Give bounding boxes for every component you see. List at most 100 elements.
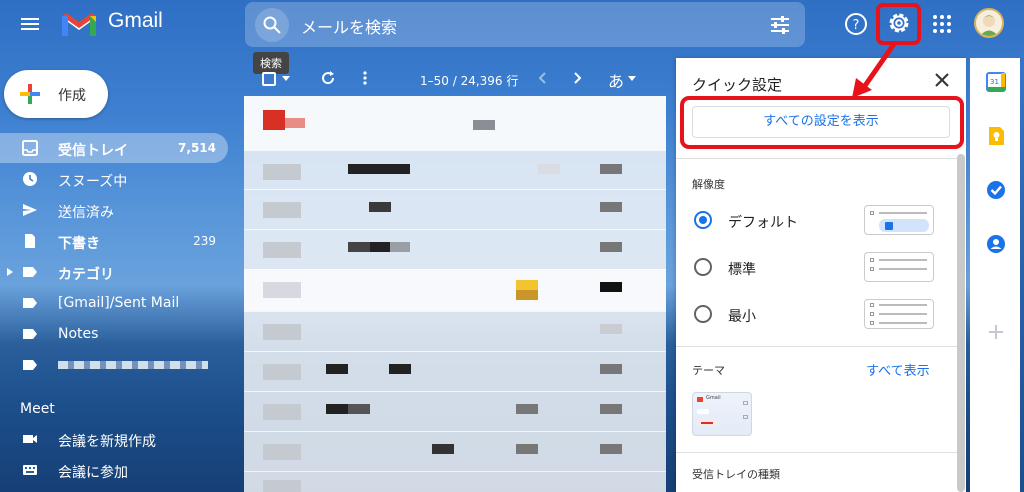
apps-grid-icon[interactable]	[932, 14, 952, 34]
send-icon	[23, 204, 37, 216]
mail-row[interactable]	[244, 269, 666, 311]
mail-row[interactable]	[244, 189, 666, 229]
calendar-icon[interactable]: 31	[986, 72, 1006, 92]
mail-row[interactable]	[244, 471, 666, 492]
clock-icon	[23, 172, 37, 186]
density-option-label[interactable]: 標準	[728, 259, 756, 279]
mail-list	[244, 96, 666, 492]
search-button[interactable]	[255, 8, 289, 42]
label-icon	[23, 298, 37, 308]
select-all-checkbox[interactable]	[262, 72, 276, 86]
input-tools-button[interactable]: あ	[608, 68, 624, 92]
svg-text:31: 31	[990, 78, 999, 86]
search-icon	[263, 16, 281, 34]
sidebar-item-label: スヌーズ中	[58, 174, 128, 190]
density-compact-preview[interactable]	[864, 299, 934, 329]
mail-row[interactable]	[244, 151, 666, 189]
density-comfortable-preview[interactable]	[864, 252, 934, 282]
meet-item-label: 会議を新規作成	[58, 434, 156, 450]
background-strip	[1020, 58, 1024, 492]
unread-count: 7,514	[178, 141, 216, 155]
main-menu-icon[interactable]	[14, 10, 46, 38]
gmail-logo-icon	[62, 13, 96, 36]
mail-list-toolbar: 1–50 / 24,396 行 あ	[256, 66, 674, 92]
search-input[interactable]: メールを検索	[301, 14, 397, 38]
label-icon	[23, 329, 37, 339]
settings-highlight-box	[876, 3, 921, 45]
density-default-radio[interactable]	[694, 211, 712, 229]
quick-settings-scrollbar[interactable]	[957, 154, 965, 492]
annotation-arrow-icon	[852, 41, 897, 98]
meet-new-meeting[interactable]: 会議を新規作成	[0, 424, 228, 454]
divider	[676, 158, 958, 159]
quick-settings-panel: クイック設定 すべての設定を表示 解像度 デフォルト 標準 最小 テーマ すべて…	[676, 58, 966, 492]
sidebar-item-label: Notes	[58, 326, 99, 342]
meet-section-title: Meet	[20, 401, 55, 417]
side-panel-rail: 31	[970, 58, 1024, 492]
mail-row[interactable]	[244, 431, 666, 471]
quick-settings-title: クイック設定	[692, 76, 783, 94]
draft-count: 239	[193, 234, 216, 248]
tasks-icon[interactable]	[986, 180, 1006, 200]
sidebar-item-notes[interactable]: Notes	[0, 319, 228, 349]
prev-page-icon[interactable]	[538, 72, 546, 84]
density-compact-radio[interactable]	[694, 305, 712, 323]
svg-text:?: ?	[853, 18, 860, 33]
compose-button[interactable]: 作成	[4, 70, 108, 118]
sidebar-item-categories[interactable]: カテゴリ	[0, 257, 228, 287]
label-icon	[23, 360, 37, 370]
video-icon	[23, 435, 37, 443]
contacts-icon[interactable]	[986, 234, 1006, 254]
plus-icon	[20, 84, 40, 104]
theme-thumb-label: Gmail	[706, 395, 721, 401]
density-default-preview[interactable]	[864, 205, 934, 235]
chevron-down-icon[interactable]	[282, 76, 290, 81]
mail-row[interactable]	[244, 311, 666, 351]
density-section-title: 解像度	[692, 178, 725, 191]
close-icon[interactable]	[934, 72, 950, 88]
more-vert-icon[interactable]	[362, 70, 368, 86]
help-icon[interactable]: ?	[844, 12, 868, 36]
expand-arrow-icon[interactable]	[7, 268, 13, 276]
density-option-label[interactable]: 最小	[728, 306, 756, 326]
keyboard-icon	[23, 465, 37, 475]
sidebar-item-inbox[interactable]: 受信トレイ 7,514	[0, 133, 228, 163]
mail-row[interactable]	[244, 391, 666, 431]
search-bar[interactable]: メールを検索	[245, 2, 805, 47]
mail-row[interactable]	[244, 351, 666, 391]
divider	[676, 346, 958, 347]
theme-section-title: テーマ	[692, 364, 725, 377]
sidebar-item-blurred[interactable]	[0, 350, 228, 380]
refresh-icon[interactable]	[320, 70, 336, 86]
divider	[676, 452, 958, 453]
theme-thumbnail[interactable]: Gmail	[692, 392, 752, 436]
sidebar-item-snoozed[interactable]: スヌーズ中	[0, 164, 228, 194]
next-page-icon[interactable]	[574, 72, 582, 84]
account-avatar[interactable]	[974, 8, 1004, 38]
obscured-label	[58, 361, 208, 369]
add-addon-icon[interactable]	[986, 322, 1006, 342]
settings-button-highlight-box	[680, 96, 964, 149]
sidebar-item-label: 送信済み	[58, 205, 114, 221]
sidebar-item-sent[interactable]: 送信済み	[0, 195, 228, 225]
meet-item-label: 会議に参加	[58, 465, 128, 481]
sidebar-item-drafts[interactable]: 下書き 239	[0, 226, 228, 256]
mail-row[interactable]	[244, 96, 666, 151]
inbox-type-section-title: 受信トレイの種類	[692, 468, 780, 481]
theme-show-all-link[interactable]: すべて表示	[866, 360, 930, 379]
sidebar-item-label: 受信トレイ	[58, 143, 128, 159]
keep-icon[interactable]	[986, 126, 1006, 146]
compose-label: 作成	[58, 88, 86, 104]
mail-row[interactable]	[244, 229, 666, 269]
density-comfortable-radio[interactable]	[694, 258, 712, 276]
draft-icon	[25, 234, 35, 248]
sidebar-item-sent-mail-label[interactable]: [Gmail]/Sent Mail	[0, 288, 228, 318]
sidebar-item-label: 下書き	[58, 236, 100, 252]
app-name[interactable]: Gmail	[108, 9, 163, 33]
density-option-label[interactable]: デフォルト	[728, 212, 798, 232]
pagination-range: 1–50 / 24,396 行	[420, 74, 519, 88]
search-options-icon[interactable]	[769, 14, 791, 36]
inbox-icon	[22, 140, 38, 156]
meet-join-meeting[interactable]: 会議に参加	[0, 455, 228, 485]
chevron-down-icon[interactable]	[628, 76, 636, 81]
